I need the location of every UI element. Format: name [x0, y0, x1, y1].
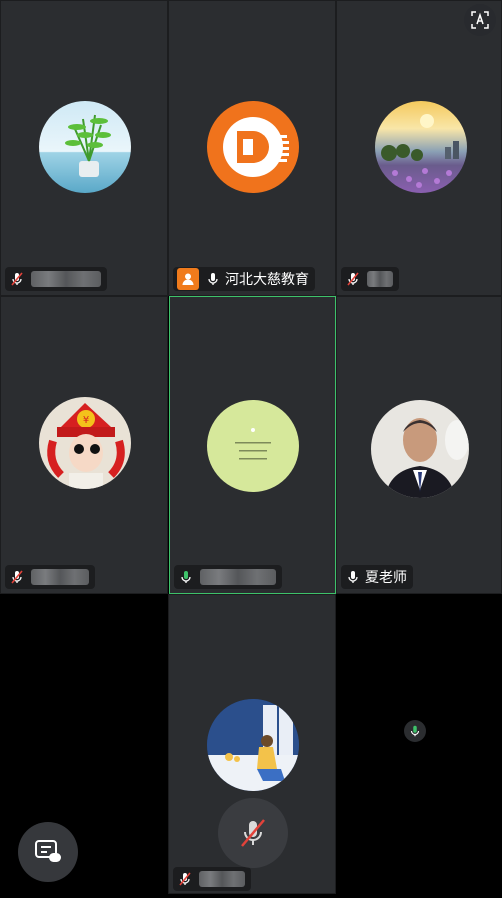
mic-off-icon	[347, 272, 359, 286]
avatar	[375, 101, 467, 193]
participant-name-blurred	[200, 569, 276, 585]
translate-icon	[471, 11, 489, 29]
translate-button[interactable]	[464, 4, 496, 36]
participant-tile-5-speaking[interactable]	[169, 296, 336, 594]
participant-label	[5, 267, 107, 291]
participant-name: 河北大慈教育	[225, 272, 309, 288]
avatar	[207, 400, 299, 492]
empty-tile-right	[336, 594, 502, 898]
participant-tile-6[interactable]: 夏老师	[336, 296, 502, 594]
man-portrait-icon	[385, 418, 469, 498]
girl-window-illustration-icon	[207, 699, 299, 791]
participant-name: 夏老师	[365, 570, 407, 586]
video-grid: 河北大慈教育 ¥ 夏老师	[0, 0, 502, 898]
participant-label: 夏老师	[341, 565, 413, 589]
participant-name-blurred	[367, 271, 393, 287]
avatar	[39, 101, 131, 193]
mute-toggle-button[interactable]	[218, 798, 288, 868]
orange-d-logo-icon	[223, 117, 289, 177]
green-quote-circle-icon	[235, 428, 271, 460]
chat-bubble-icon	[35, 840, 61, 862]
mic-off-icon	[11, 570, 23, 584]
host-icon	[177, 268, 199, 290]
mic-speaking-icon	[181, 571, 191, 583]
participant-tile-3[interactable]	[336, 0, 502, 296]
avatar: ¥	[39, 397, 131, 489]
participant-label: 河北大慈教育	[173, 267, 315, 291]
participant-name-blurred	[31, 569, 89, 585]
red-hat-girl-icon: ¥	[47, 403, 125, 489]
mic-icon	[208, 273, 218, 285]
mic-speaking-indicator	[404, 720, 426, 742]
mic-off-icon	[11, 272, 23, 286]
mic-off-icon	[241, 819, 265, 847]
avatar	[207, 699, 299, 791]
participant-label	[341, 267, 399, 291]
participant-name-blurred	[199, 871, 245, 887]
mic-icon	[348, 571, 358, 583]
avatar	[207, 101, 299, 193]
participant-label	[173, 867, 251, 891]
avatar	[371, 400, 469, 498]
participant-name-blurred	[31, 271, 101, 287]
participant-tile-1[interactable]	[0, 0, 168, 296]
participant-label	[174, 565, 282, 589]
mic-speaking-icon	[410, 725, 420, 737]
mic-off-icon	[179, 872, 191, 886]
bamboo-plant-icon	[65, 114, 111, 177]
participant-label	[5, 565, 95, 589]
participant-tile-2[interactable]: 河北大慈教育	[168, 0, 336, 296]
sunset-flowers-icon	[381, 114, 459, 188]
svg-text:¥: ¥	[83, 415, 89, 426]
participant-tile-4[interactable]: ¥	[0, 296, 168, 594]
chat-button[interactable]	[18, 822, 78, 882]
